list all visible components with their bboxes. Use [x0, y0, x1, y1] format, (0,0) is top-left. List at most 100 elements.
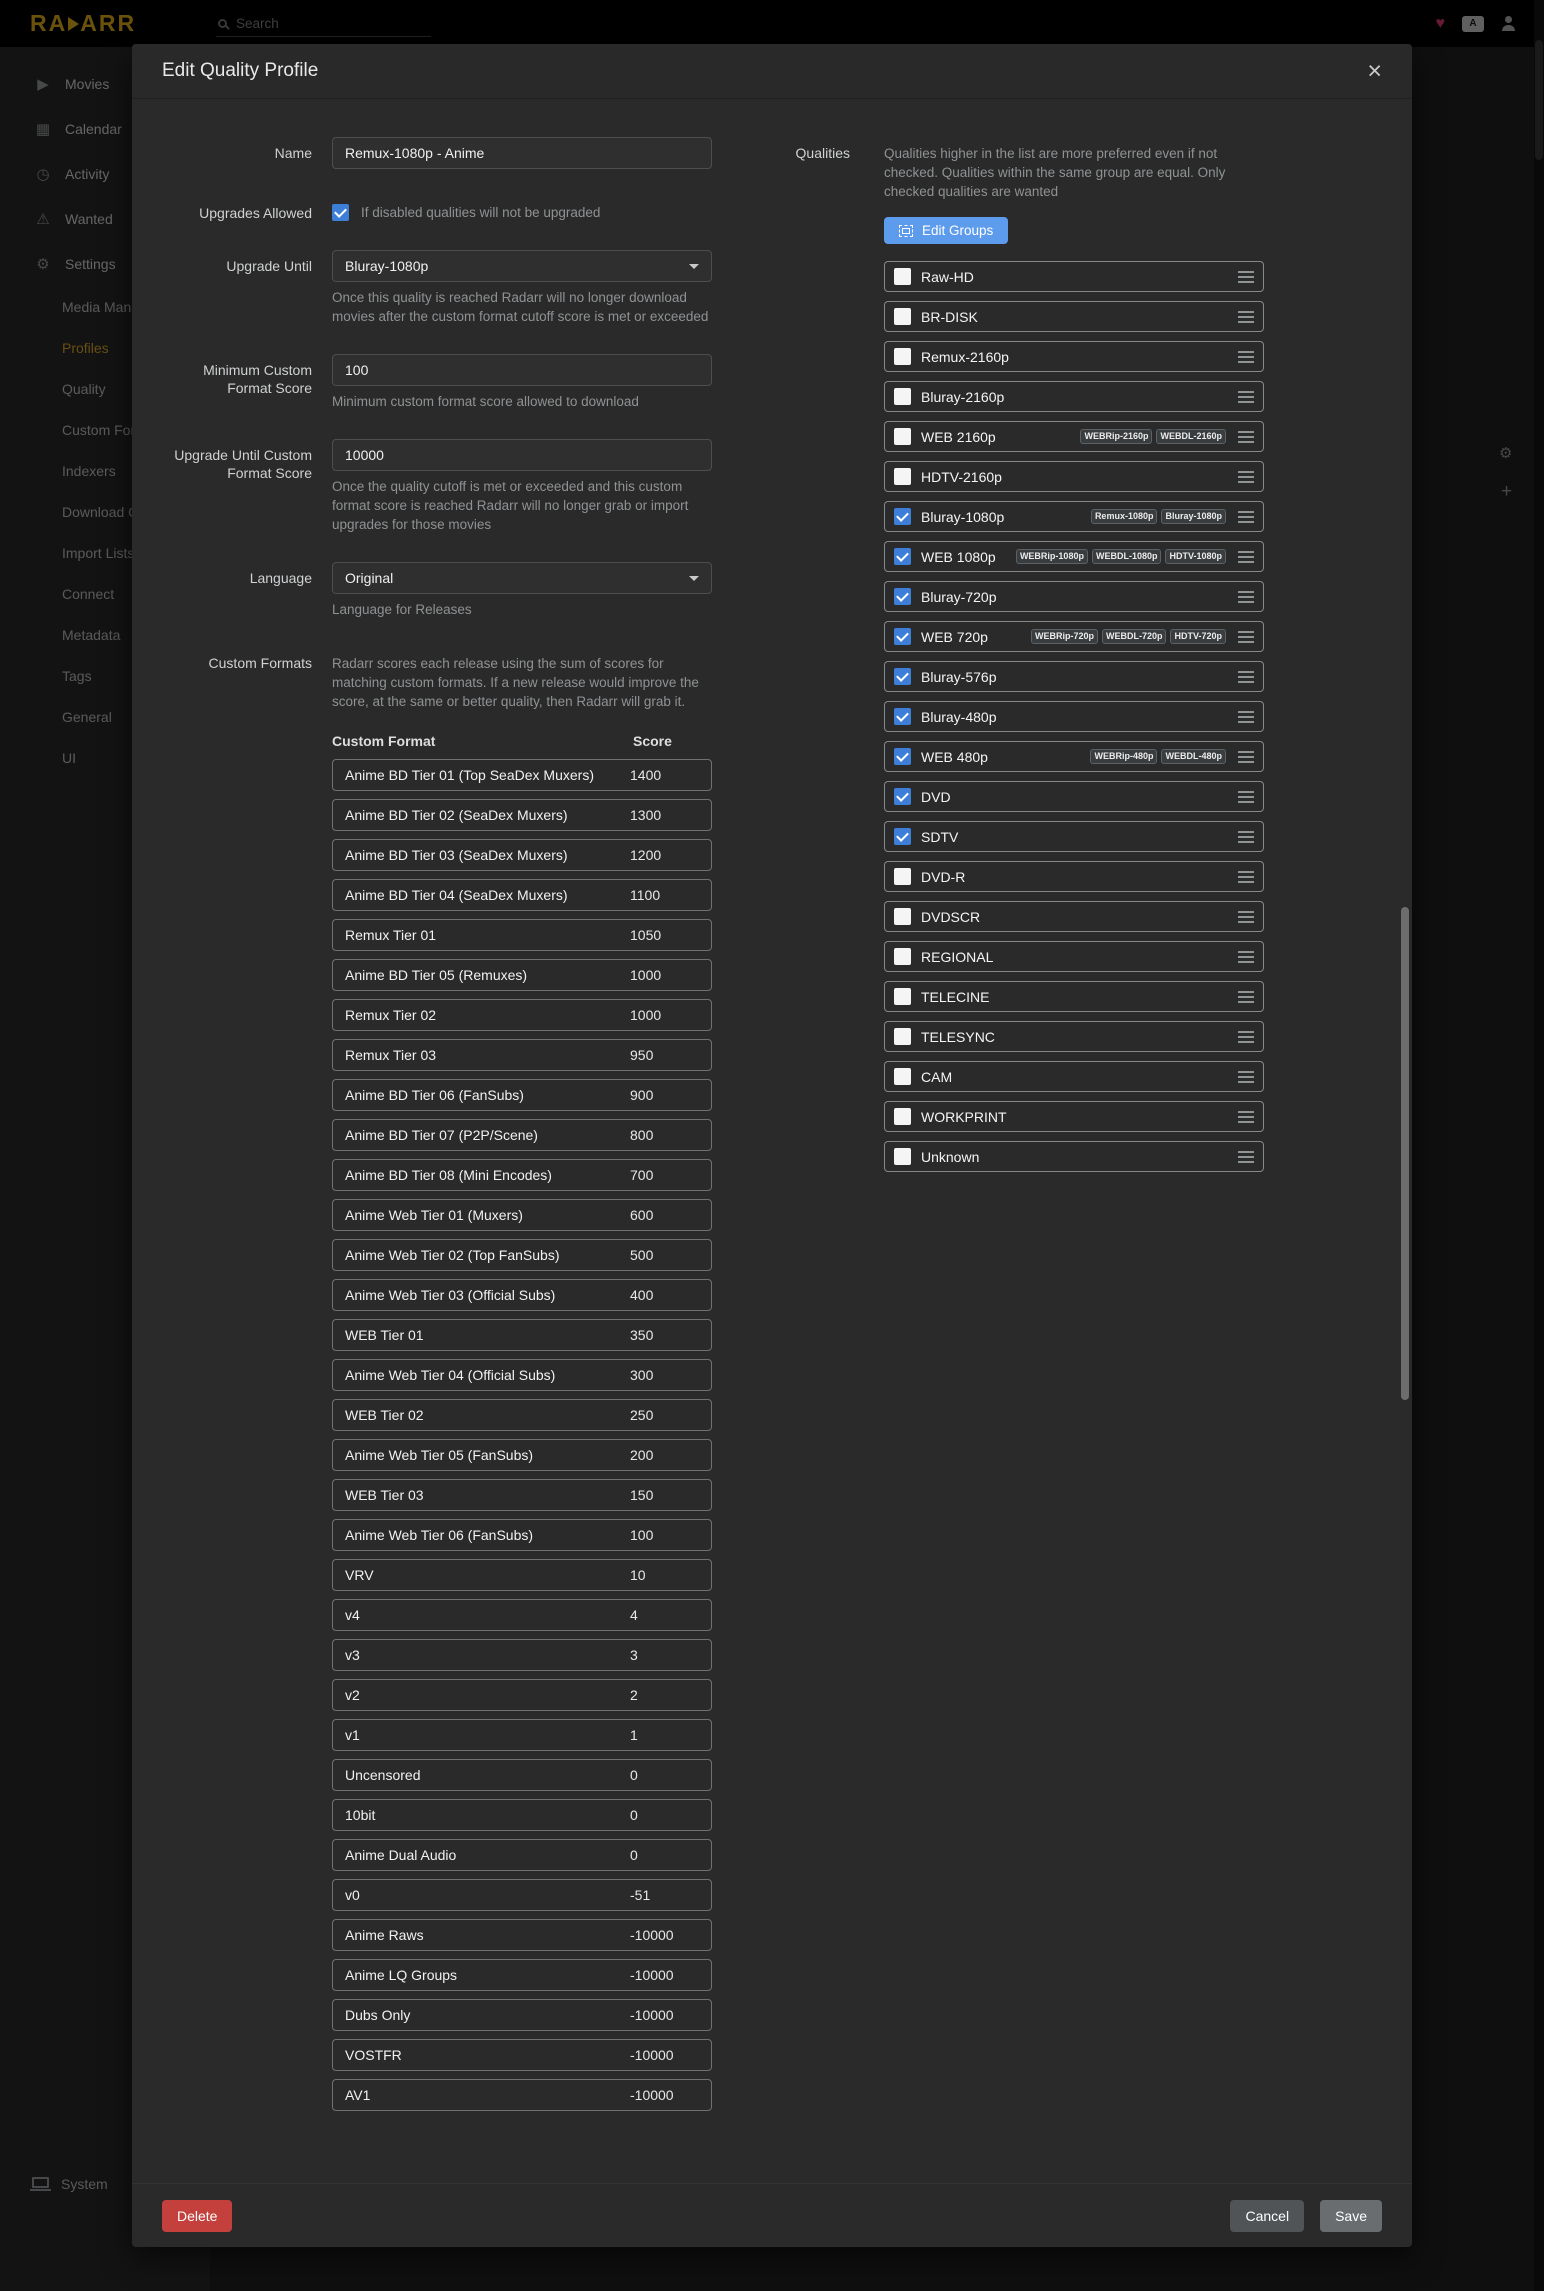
drag-handle-icon[interactable] — [1238, 436, 1254, 438]
edit-groups-button[interactable]: Edit Groups — [884, 217, 1008, 244]
custom-format-row[interactable]: Remux Tier 03950 — [332, 1039, 712, 1071]
quality-checkbox[interactable] — [894, 708, 911, 725]
drag-handle-icon[interactable] — [1238, 356, 1254, 358]
quality-item[interactable]: Unknown — [884, 1141, 1264, 1172]
quality-item[interactable]: TELESYNC — [884, 1021, 1264, 1052]
quality-checkbox[interactable] — [894, 348, 911, 365]
drag-handle-icon[interactable] — [1238, 1036, 1254, 1038]
quality-item[interactable]: Bluray-2160p — [884, 381, 1264, 412]
language-select[interactable]: Original — [332, 562, 712, 594]
quality-checkbox[interactable] — [894, 1068, 911, 1085]
custom-format-row[interactable]: AV1-10000 — [332, 2079, 712, 2111]
custom-format-row[interactable]: VRV10 — [332, 1559, 712, 1591]
drag-handle-icon[interactable] — [1238, 596, 1254, 598]
drag-handle-icon[interactable] — [1238, 716, 1254, 718]
drag-handle-icon[interactable] — [1238, 836, 1254, 838]
custom-format-row[interactable]: WEB Tier 02250 — [332, 1399, 712, 1431]
drag-handle-icon[interactable] — [1238, 876, 1254, 878]
custom-format-row[interactable]: Anime Web Tier 02 (Top FanSubs)500 — [332, 1239, 712, 1271]
custom-format-row[interactable]: Anime BD Tier 07 (P2P/Scene)800 — [332, 1119, 712, 1151]
custom-format-row[interactable]: Anime BD Tier 02 (SeaDex Muxers)1300 — [332, 799, 712, 831]
custom-format-row[interactable]: Anime Web Tier 04 (Official Subs)300 — [332, 1359, 712, 1391]
drag-handle-icon[interactable] — [1238, 996, 1254, 998]
quality-checkbox[interactable] — [894, 468, 911, 485]
drag-handle-icon[interactable] — [1238, 316, 1254, 318]
custom-format-row[interactable]: Remux Tier 011050 — [332, 919, 712, 951]
quality-checkbox[interactable] — [894, 1028, 911, 1045]
custom-format-row[interactable]: Remux Tier 021000 — [332, 999, 712, 1031]
custom-format-row[interactable]: Anime Dual Audio0 — [332, 1839, 712, 1871]
custom-format-row[interactable]: Anime BD Tier 01 (Top SeaDex Muxers)1400 — [332, 759, 712, 791]
quality-checkbox[interactable] — [894, 948, 911, 965]
custom-format-row[interactable]: Anime Web Tier 01 (Muxers)600 — [332, 1199, 712, 1231]
quality-item[interactable]: WEB 2160pWEBRip-2160pWEBDL-2160p — [884, 421, 1264, 452]
name-input[interactable] — [332, 137, 712, 169]
quality-item[interactable]: REGIONAL — [884, 941, 1264, 972]
quality-item[interactable]: TELECINE — [884, 981, 1264, 1012]
drag-handle-icon[interactable] — [1238, 276, 1254, 278]
quality-item[interactable]: Bluray-480p — [884, 701, 1264, 732]
custom-format-row[interactable]: Anime BD Tier 06 (FanSubs)900 — [332, 1079, 712, 1111]
quality-item[interactable]: WEB 1080pWEBRip-1080pWEBDL-1080pHDTV-108… — [884, 541, 1264, 572]
custom-format-row[interactable]: WEB Tier 03150 — [332, 1479, 712, 1511]
quality-checkbox[interactable] — [894, 1148, 911, 1165]
custom-format-row[interactable]: Anime Web Tier 03 (Official Subs)400 — [332, 1279, 712, 1311]
quality-item[interactable]: Bluray-720p — [884, 581, 1264, 612]
quality-checkbox[interactable] — [894, 868, 911, 885]
drag-handle-icon[interactable] — [1238, 1116, 1254, 1118]
quality-checkbox[interactable] — [894, 308, 911, 325]
quality-checkbox[interactable] — [894, 668, 911, 685]
min-custom-format-score-input[interactable] — [332, 354, 712, 386]
quality-checkbox[interactable] — [894, 908, 911, 925]
quality-checkbox[interactable] — [894, 548, 911, 565]
quality-item[interactable]: WEB 480pWEBRip-480pWEBDL-480p — [884, 741, 1264, 772]
quality-checkbox[interactable] — [894, 508, 911, 525]
drag-handle-icon[interactable] — [1238, 676, 1254, 678]
upgrades-allowed-checkbox[interactable] — [332, 204, 349, 221]
quality-item[interactable]: DVDSCR — [884, 901, 1264, 932]
quality-item[interactable]: Bluray-1080pRemux-1080pBluray-1080p — [884, 501, 1264, 532]
quality-item[interactable]: Raw-HD — [884, 261, 1264, 292]
quality-item[interactable]: DVD-R — [884, 861, 1264, 892]
drag-handle-icon[interactable] — [1238, 796, 1254, 798]
custom-format-row[interactable]: Uncensored0 — [332, 1759, 712, 1791]
custom-format-row[interactable]: Anime BD Tier 05 (Remuxes)1000 — [332, 959, 712, 991]
custom-format-row[interactable]: v44 — [332, 1599, 712, 1631]
quality-checkbox[interactable] — [894, 268, 911, 285]
quality-item[interactable]: DVD — [884, 781, 1264, 812]
drag-handle-icon[interactable] — [1238, 956, 1254, 958]
drag-handle-icon[interactable] — [1238, 476, 1254, 478]
custom-format-row[interactable]: v33 — [332, 1639, 712, 1671]
upgrade-until-select[interactable]: Bluray-1080p — [332, 250, 712, 282]
quality-checkbox[interactable] — [894, 828, 911, 845]
drag-handle-icon[interactable] — [1238, 1076, 1254, 1078]
quality-checkbox[interactable] — [894, 988, 911, 1005]
quality-item[interactable]: WEB 720pWEBRip-720pWEBDL-720pHDTV-720p — [884, 621, 1264, 652]
custom-format-row[interactable]: Anime Raws-10000 — [332, 1919, 712, 1951]
custom-format-row[interactable]: Anime LQ Groups-10000 — [332, 1959, 712, 1991]
drag-handle-icon[interactable] — [1238, 556, 1254, 558]
drag-handle-icon[interactable] — [1238, 916, 1254, 918]
quality-item[interactable]: Bluray-576p — [884, 661, 1264, 692]
quality-item[interactable]: BR-DISK — [884, 301, 1264, 332]
delete-button[interactable]: Delete — [162, 2200, 232, 2232]
drag-handle-icon[interactable] — [1238, 396, 1254, 398]
quality-checkbox[interactable] — [894, 1108, 911, 1125]
custom-format-row[interactable]: Dubs Only-10000 — [332, 1999, 712, 2031]
custom-format-row[interactable]: WEB Tier 01350 — [332, 1319, 712, 1351]
drag-handle-icon[interactable] — [1238, 756, 1254, 758]
custom-format-row[interactable]: v11 — [332, 1719, 712, 1751]
quality-item[interactable]: SDTV — [884, 821, 1264, 852]
custom-format-row[interactable]: v0-51 — [332, 1879, 712, 1911]
custom-format-row[interactable]: Anime BD Tier 04 (SeaDex Muxers)1100 — [332, 879, 712, 911]
custom-format-row[interactable]: Anime Web Tier 05 (FanSubs)200 — [332, 1439, 712, 1471]
quality-checkbox[interactable] — [894, 428, 911, 445]
drag-handle-icon[interactable] — [1238, 636, 1254, 638]
custom-format-row[interactable]: Anime BD Tier 03 (SeaDex Muxers)1200 — [332, 839, 712, 871]
quality-item[interactable]: Remux-2160p — [884, 341, 1264, 372]
quality-item[interactable]: WORKPRINT — [884, 1101, 1264, 1132]
custom-format-row[interactable]: 10bit0 — [332, 1799, 712, 1831]
save-button[interactable]: Save — [1320, 2200, 1382, 2232]
custom-format-row[interactable]: Anime Web Tier 06 (FanSubs)100 — [332, 1519, 712, 1551]
custom-format-row[interactable]: v22 — [332, 1679, 712, 1711]
